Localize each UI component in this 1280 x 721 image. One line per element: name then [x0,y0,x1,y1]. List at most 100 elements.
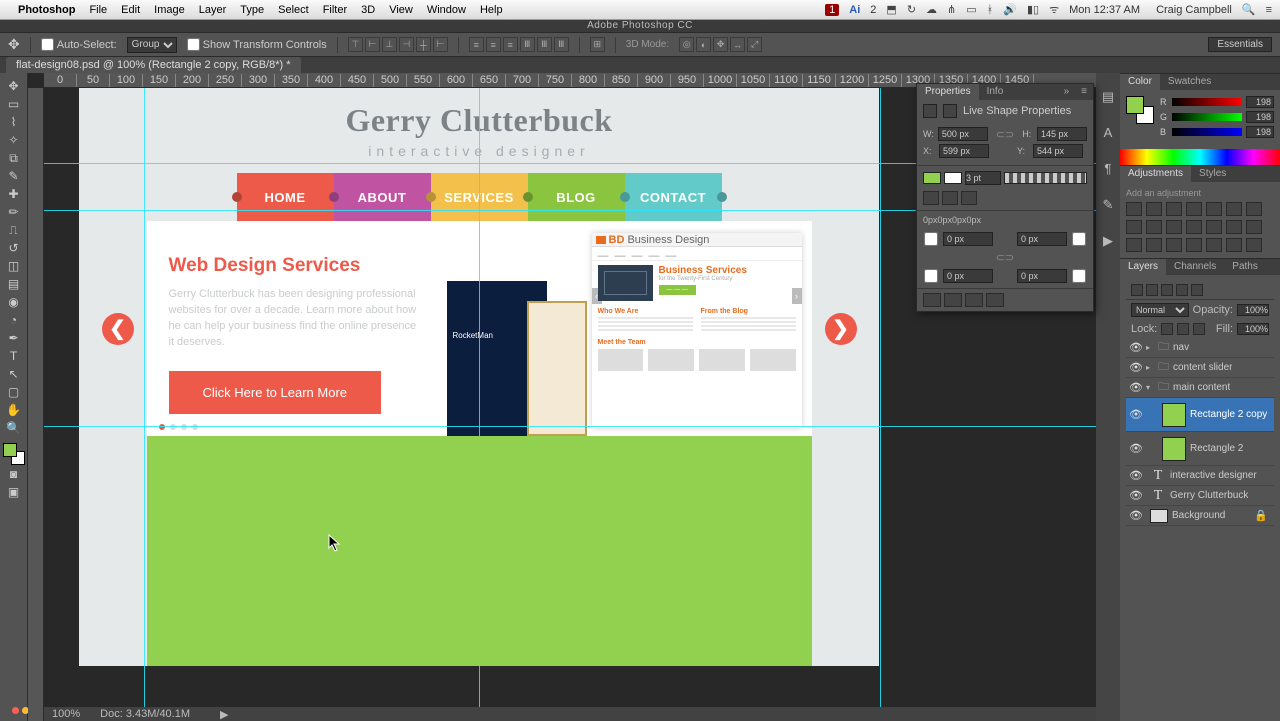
workspace-switcher[interactable]: Essentials [1208,37,1272,52]
dist-right-icon[interactable]: Ⅲ [554,37,569,52]
visibility-icon[interactable]: 👁 [1126,442,1146,455]
blend-mode[interactable]: Normal [1131,303,1189,317]
doc-size-readout[interactable]: Doc: 3.43M/40.1M [100,708,190,720]
tab-styles[interactable]: Styles [1191,166,1234,182]
filter-pixel-icon[interactable] [1131,284,1143,296]
prop-btn1-icon[interactable] [923,293,941,307]
layer-row[interactable]: 👁▸🗀nav [1126,338,1274,358]
adj-vibrance-icon[interactable] [1206,202,1222,216]
align-left-icon[interactable]: ⊣ [399,37,414,52]
filter-adj-icon[interactable] [1146,284,1158,296]
visibility-icon[interactable]: 👁 [1126,469,1146,482]
g-value[interactable] [1246,111,1274,123]
wand-tool[interactable]: ✧ [2,131,26,149]
align-bottom-icon[interactable]: ⊥ [382,37,397,52]
close-dot-icon[interactable] [12,707,19,714]
opacity-value[interactable] [1237,304,1269,316]
y-field[interactable] [1033,144,1083,158]
3d-zoom-icon[interactable]: ⤢ [747,37,762,52]
r-slider[interactable] [1172,98,1242,106]
brush-preset-icon[interactable]: ✎ [1099,197,1117,215]
app-name[interactable]: Photoshop [18,4,75,16]
lasso-tool[interactable]: ⌇ [2,113,26,131]
visibility-icon[interactable]: 👁 [1126,381,1146,394]
tl-corner[interactable] [943,232,993,246]
bl-corner[interactable] [943,269,993,283]
3d-slide-icon[interactable]: ↔ [730,37,745,52]
menu-window[interactable]: Window [427,4,466,16]
3d-orbit-icon[interactable]: ◎ [679,37,694,52]
guide[interactable] [880,88,881,707]
adj-4-icon[interactable] [1186,238,1202,252]
tab-paths[interactable]: Paths [1224,259,1266,275]
corners-icon[interactable] [961,191,977,205]
tab-layers[interactable]: Layers [1120,259,1166,275]
doc-tab[interactable]: flat-design08.psd @ 100% (Rectangle 2 co… [6,57,301,73]
display-icon[interactable]: ▭ [966,3,976,16]
br-corner[interactable] [1017,269,1067,283]
brush-tool[interactable]: ✏ [2,203,26,221]
collapse-icon[interactable]: » [1058,84,1076,100]
tab-channels[interactable]: Channels [1166,259,1224,275]
bl-corner-check[interactable] [923,269,939,283]
airport-icon[interactable]: ᯤ [1049,2,1059,17]
dropbox-icon[interactable]: ⬒ [886,3,896,16]
fg-bg-swatches[interactable] [3,443,25,465]
para-icon[interactable]: ¶ [1099,161,1117,179]
marquee-tool[interactable]: ▭ [2,95,26,113]
hand-tool[interactable]: ✋ [2,401,26,419]
status-arrow-icon[interactable]: ▶ [220,708,228,721]
layer-row[interactable]: 👁Tinteractive designer [1126,466,1274,486]
tab-color[interactable]: Color [1120,74,1160,90]
filter-text-icon[interactable] [1161,284,1173,296]
dist-bottom-icon[interactable]: ≡ [503,37,518,52]
guide[interactable] [479,88,480,707]
guide[interactable] [144,88,145,707]
volume-icon[interactable]: 🔊 [1003,3,1017,16]
crop-tool[interactable]: ⧉ [2,149,26,167]
auto-align-icon[interactable]: ⊞ [590,37,605,52]
lock-pixels-icon[interactable] [1161,323,1173,335]
eraser-tool[interactable]: ◫ [2,257,26,275]
adj-hue-icon[interactable] [1226,202,1242,216]
stroke-style[interactable] [1004,172,1087,184]
foreground-swatch[interactable] [3,443,17,457]
adj-photo-icon[interactable] [1126,220,1142,234]
blur-tool[interactable]: ◉ [2,293,26,311]
menu-view[interactable]: View [389,4,413,16]
wifi-icon[interactable]: ⋔ [947,3,956,16]
auto-select-mode[interactable]: Group [127,37,177,53]
filter-smart-icon[interactable] [1191,284,1203,296]
auto-select-check[interactable]: Auto-Select: [41,38,117,51]
path-tool[interactable]: ↖ [2,365,26,383]
prop-btn4-icon[interactable] [986,293,1004,307]
layer-row[interactable]: 👁TGerry Clutterbuck [1126,486,1274,506]
align-top-icon[interactable]: ⊤ [348,37,363,52]
adj-levels-icon[interactable] [1146,202,1162,216]
guide[interactable] [44,426,1096,427]
user-name[interactable]: Craig Campbell [1156,4,1232,16]
tr-corner[interactable] [1017,232,1067,246]
screenmode-tool[interactable]: ▣ [2,483,26,501]
lock-position-icon[interactable] [1177,323,1189,335]
dist-vcenter-icon[interactable]: ≡ [486,37,501,52]
visibility-icon[interactable]: 👁 [1126,361,1146,374]
br-corner-check[interactable] [1071,269,1087,283]
adj-7-icon[interactable] [1246,238,1262,252]
adj-5-icon[interactable] [1206,238,1222,252]
menu-edit[interactable]: Edit [121,4,140,16]
adj-gradmap-icon[interactable] [1246,220,1262,234]
adj-2-icon[interactable] [1146,238,1162,252]
prop-btn2-icon[interactable] [944,293,962,307]
r-value[interactable] [1246,96,1274,108]
spotlight-icon[interactable]: 🔍 [1242,3,1256,16]
tab-adjustments[interactable]: Adjustments [1120,166,1191,182]
lock-all-icon[interactable] [1193,323,1205,335]
height-field[interactable] [1037,127,1087,141]
adj-curves-icon[interactable] [1166,202,1182,216]
x-field[interactable] [939,144,989,158]
panel-menu-icon[interactable]: ≡ [1075,84,1093,100]
properties-panel[interactable]: PropertiesInfo»≡ Live Shape Properties W… [916,83,1094,312]
menu-help[interactable]: Help [480,4,503,16]
tl-corner-check[interactable] [923,232,939,246]
